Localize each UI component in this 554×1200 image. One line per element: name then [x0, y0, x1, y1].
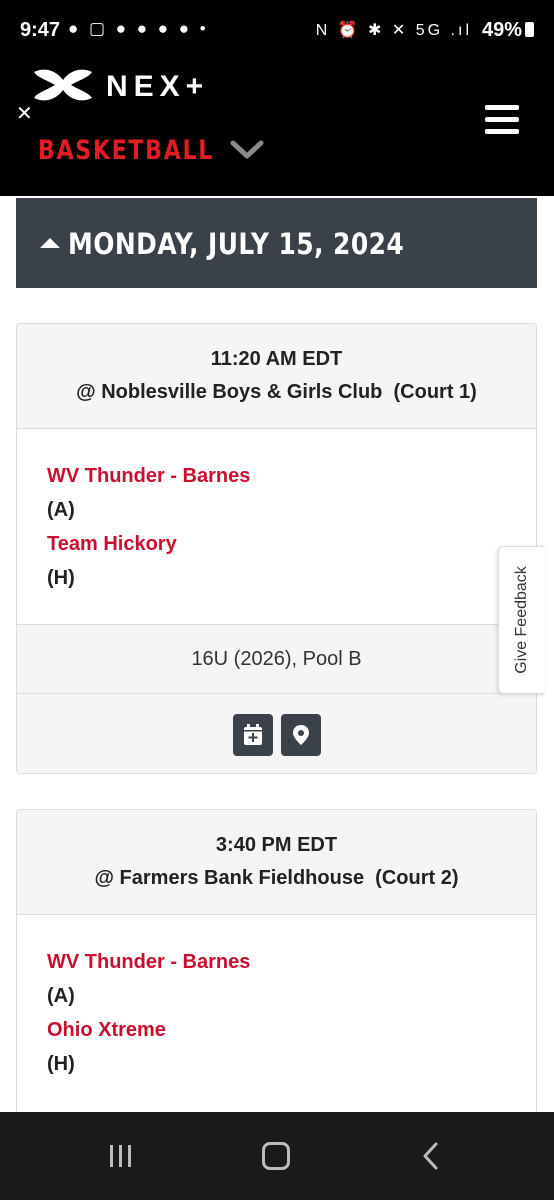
status-bar: 9:47 ● ▢ ● ● ● ● • N ⏰ ✱ ✕ 5G .ıl 49% [0, 0, 554, 60]
recent-apps-icon[interactable] [108, 1144, 134, 1168]
away-team-link[interactable]: WV Thunder - Barnes [47, 945, 536, 979]
under-armour-logo-icon [34, 69, 92, 101]
away-indicator: (A) [47, 499, 75, 521]
notification-icons: ● ▢ ● ● ● ● • [68, 19, 209, 38]
add-to-calendar-button[interactable] [233, 714, 273, 756]
home-indicator: (H) [47, 1053, 75, 1075]
home-icon[interactable] [262, 1142, 290, 1170]
game-card-header: 3:40 PM EDT @ Farmers Bank Fieldhouse (C… [17, 810, 536, 915]
home-indicator: (H) [47, 567, 75, 589]
battery-percent: 49% [481, 19, 522, 41]
calendar-plus-icon [244, 724, 262, 745]
date-section-header[interactable]: MONDAY, JULY 15, 2024 [16, 198, 537, 288]
battery-indicator: 49% [482, 19, 534, 42]
give-feedback-tab[interactable]: Give Feedback [498, 546, 545, 694]
map-pin-icon [293, 725, 309, 745]
status-time: 9:47 [20, 19, 61, 41]
battery-icon [525, 22, 534, 37]
site-header: NEX+ ✕ BASKETBALL [0, 60, 554, 196]
game-venue: @ Noblesville Boys & Girls Club (Court 1… [76, 381, 477, 403]
close-icon[interactable]: ✕ [16, 104, 33, 124]
home-team-link[interactable]: Ohio Xtreme [47, 1013, 536, 1047]
away-team-link[interactable]: WV Thunder - Barnes [47, 459, 536, 493]
chevron-down-icon[interactable] [230, 140, 264, 160]
nexplus-wordmark: NEX+ [106, 70, 210, 103]
game-time: 11:20 AM EDT [210, 348, 343, 370]
schedule-date: MONDAY, JULY 15, 2024 [68, 227, 405, 261]
game-time: 3:40 PM EDT [215, 834, 338, 856]
game-matchup: WV Thunder - Barnes (A) Team Hickory (H) [17, 429, 536, 593]
home-team-link[interactable]: Team Hickory [47, 527, 536, 561]
system-status-icons: N ⏰ ✱ ✕ 5G .ıl [315, 22, 472, 39]
caret-up-icon [40, 238, 60, 248]
hamburger-menu-icon[interactable] [485, 105, 519, 135]
game-actions [17, 694, 536, 773]
system-navigation-bar [0, 1112, 554, 1200]
sport-selector-label[interactable]: BASKETBALL [38, 135, 214, 166]
division-label: 16U (2026), Pool B [17, 624, 536, 694]
away-indicator: (A) [47, 985, 75, 1007]
game-card-header: 11:20 AM EDT @ Noblesville Boys & Girls … [17, 324, 536, 429]
game-card: 11:20 AM EDT @ Noblesville Boys & Girls … [16, 323, 537, 774]
game-venue: @ Farmers Bank Fieldhouse (Court 2) [94, 867, 459, 889]
map-location-button[interactable] [281, 714, 321, 756]
feedback-label: Give Feedback [513, 566, 530, 674]
game-matchup: WV Thunder - Barnes (A) Ohio Xtreme (H) [17, 915, 536, 1079]
game-card: 3:40 PM EDT @ Farmers Bank Fieldhouse (C… [16, 809, 537, 1131]
back-icon[interactable] [422, 1142, 440, 1170]
